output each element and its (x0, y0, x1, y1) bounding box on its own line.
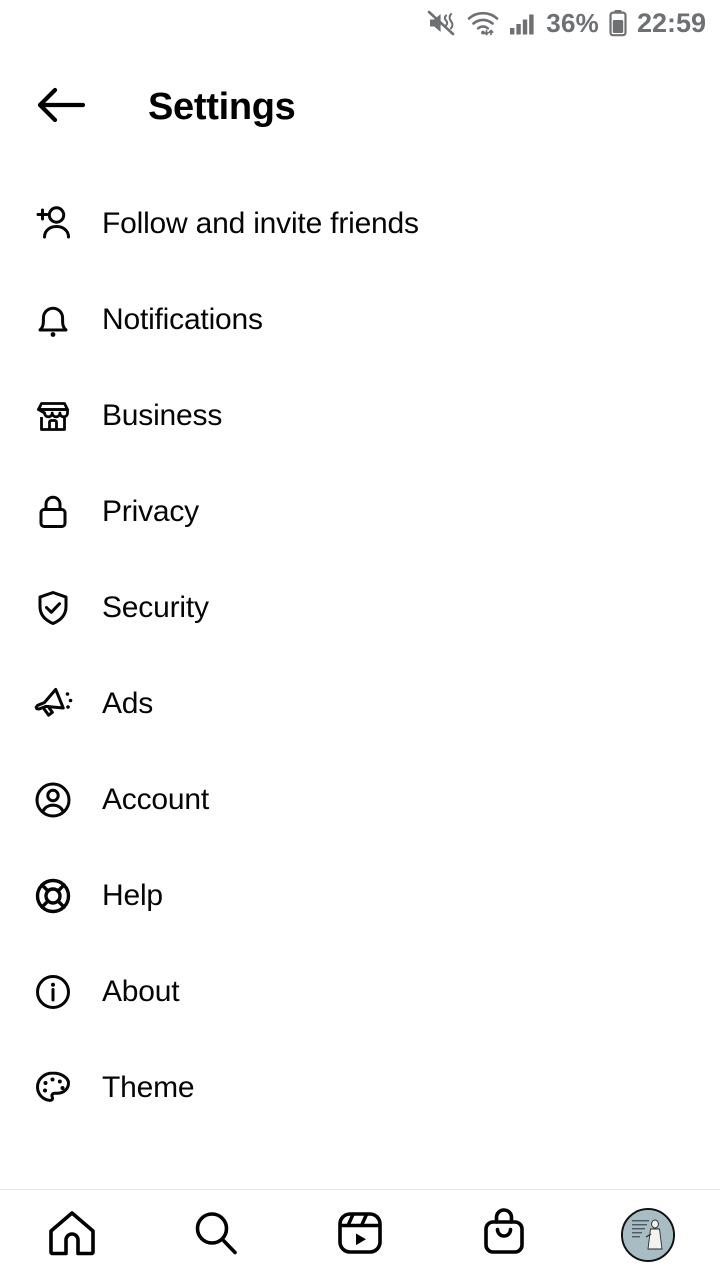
shopping-bag-icon (477, 1206, 531, 1265)
settings-item-follow-and-invite-friends[interactable]: Follow and invite friends (0, 176, 720, 272)
info-circle-icon (30, 969, 76, 1015)
nav-item-search[interactable] (161, 1190, 271, 1280)
settings-item-label: Privacy (102, 495, 199, 528)
settings-item-label: Notifications (102, 303, 263, 336)
search-icon (189, 1206, 243, 1265)
storefront-icon (30, 393, 76, 439)
bell-icon (30, 297, 76, 343)
battery-percent-label: 36% (546, 8, 599, 38)
settings-item-ads[interactable]: Ads (0, 656, 720, 752)
account-circle-icon (30, 777, 76, 823)
shield-check-icon (30, 585, 76, 631)
settings-item-account[interactable]: Account (0, 752, 720, 848)
settings-item-label: Account (102, 783, 209, 816)
settings-list: Follow and invite friends Notifications … (0, 176, 720, 1136)
back-arrow-icon (35, 83, 87, 132)
mute-icon (427, 10, 457, 36)
nav-item-home[interactable] (17, 1190, 127, 1280)
settings-item-label: Theme (102, 1071, 195, 1104)
wifi-icon (466, 10, 500, 36)
settings-item-label: Help (102, 879, 163, 912)
settings-item-business[interactable]: Business (0, 368, 720, 464)
status-bar: 36% 22:59 (0, 0, 720, 46)
profile-avatar (621, 1208, 675, 1262)
nav-item-profile[interactable] (593, 1190, 703, 1280)
person-add-icon (30, 201, 76, 247)
nav-item-reels[interactable] (305, 1190, 415, 1280)
settings-item-notifications[interactable]: Notifications (0, 272, 720, 368)
settings-item-label: About (102, 975, 180, 1008)
reels-icon (333, 1206, 387, 1265)
settings-item-theme[interactable]: Theme (0, 1040, 720, 1136)
settings-item-privacy[interactable]: Privacy (0, 464, 720, 560)
lifebuoy-icon (30, 873, 76, 919)
settings-item-label: Follow and invite friends (102, 207, 419, 240)
palette-icon (30, 1065, 76, 1111)
settings-item-security[interactable]: Security (0, 560, 720, 656)
megaphone-icon (30, 681, 76, 727)
back-button[interactable] (22, 68, 100, 146)
page-title: Settings (148, 85, 296, 128)
settings-item-about[interactable]: About (0, 944, 720, 1040)
cellular-signal-icon (509, 10, 537, 36)
battery-icon (608, 9, 628, 37)
settings-item-label: Ads (102, 687, 154, 720)
home-icon (45, 1206, 99, 1265)
bottom-navigation-bar (0, 1190, 720, 1280)
lock-icon (30, 489, 76, 535)
app-header: Settings (0, 46, 720, 168)
clock-label: 22:59 (636, 7, 706, 38)
settings-item-label: Security (102, 591, 209, 624)
nav-item-shop[interactable] (449, 1190, 559, 1280)
settings-item-label: Business (102, 399, 223, 432)
settings-item-help[interactable]: Help (0, 848, 720, 944)
